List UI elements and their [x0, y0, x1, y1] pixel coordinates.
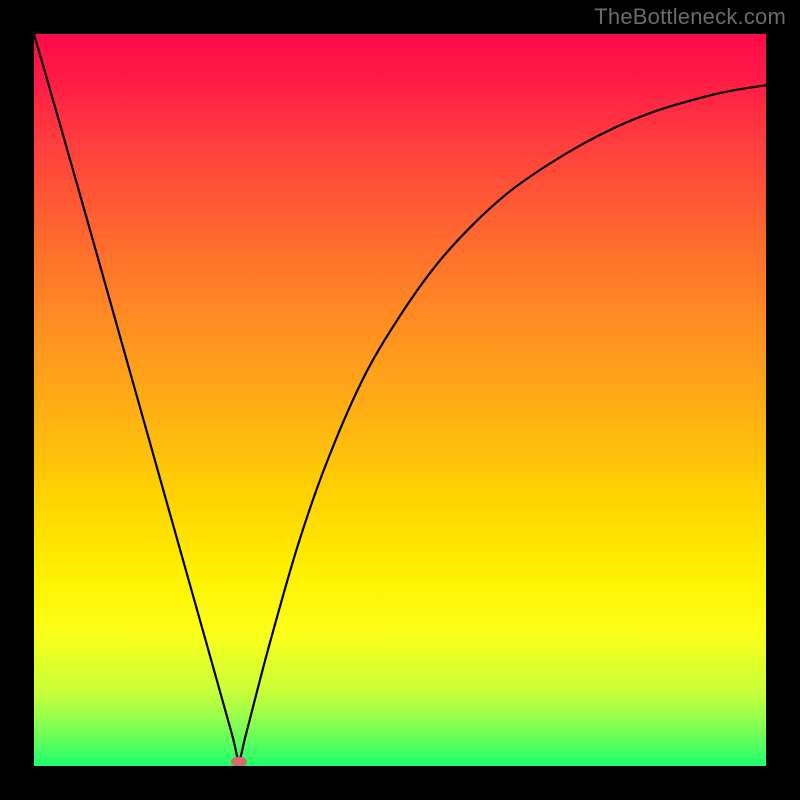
plot-area	[34, 34, 766, 766]
watermark-text: TheBottleneck.com	[594, 4, 786, 30]
minimum-marker	[231, 757, 247, 766]
chart-frame: TheBottleneck.com	[0, 0, 800, 800]
bottleneck-curve	[34, 34, 766, 759]
curve-layer	[34, 34, 766, 766]
